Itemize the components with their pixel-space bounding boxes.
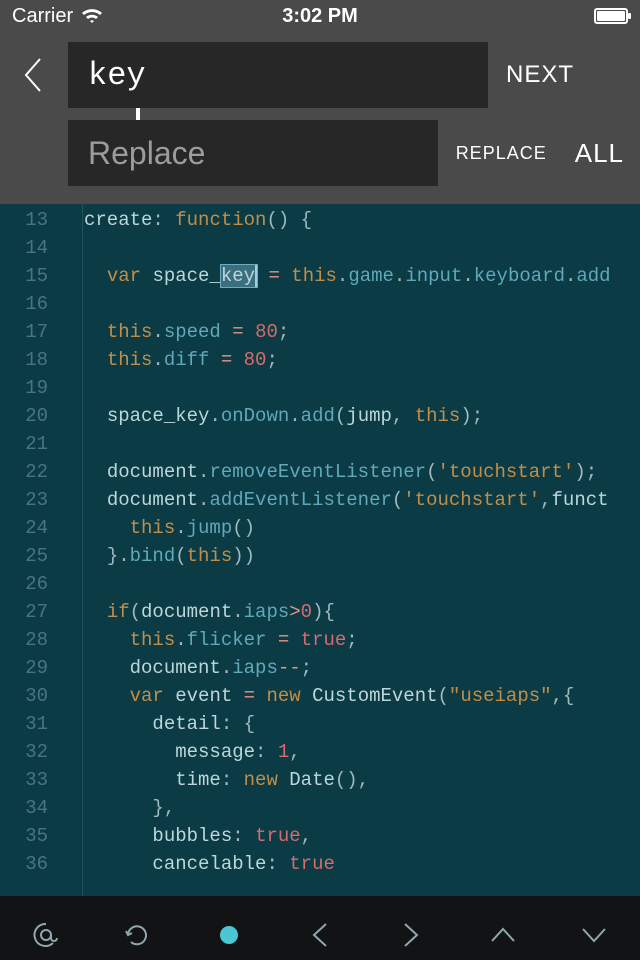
code-line[interactable]: message: 1,	[84, 738, 611, 766]
code-line[interactable]	[84, 290, 611, 318]
line-number: 16	[0, 290, 48, 318]
code-line[interactable]: document.removeEventListener('touchstart…	[84, 458, 611, 486]
down-icon[interactable]	[564, 905, 624, 960]
wifi-icon	[81, 7, 103, 25]
code-line[interactable]: this.speed = 80;	[84, 318, 611, 346]
code-line[interactable]: this.diff = 80;	[84, 346, 611, 374]
code-line[interactable]	[84, 234, 611, 262]
code-line[interactable]: this.flicker = true;	[84, 626, 611, 654]
code-line[interactable]: cancelable: true	[84, 850, 611, 878]
battery-icon	[594, 8, 628, 24]
line-gutter: 1314151617181920212223242526272829303132…	[0, 204, 60, 896]
back-button[interactable]	[16, 51, 50, 99]
line-number: 23	[0, 486, 48, 514]
line-number: 26	[0, 570, 48, 598]
code-line[interactable]: },	[84, 794, 611, 822]
line-number: 33	[0, 766, 48, 794]
code-line[interactable]	[84, 374, 611, 402]
line-number: 20	[0, 402, 48, 430]
code-line[interactable]: var event = new CustomEvent("useiaps",{	[84, 682, 611, 710]
at-icon[interactable]	[16, 905, 76, 960]
line-number: 13	[0, 206, 48, 234]
code-line[interactable]: space_key.onDown.add(jump, this);	[84, 402, 611, 430]
undo-icon[interactable]	[107, 905, 167, 960]
code-line[interactable]: document.iaps--;	[84, 654, 611, 682]
line-number: 19	[0, 374, 48, 402]
code-line[interactable]: bubbles: true,	[84, 822, 611, 850]
code-line[interactable]	[84, 570, 611, 598]
line-number: 14	[0, 234, 48, 262]
code-line[interactable]: if(document.iaps>0){	[84, 598, 611, 626]
line-number: 30	[0, 682, 48, 710]
replace-all-button[interactable]: ALL	[575, 138, 624, 169]
up-icon[interactable]	[473, 905, 533, 960]
line-number: 29	[0, 654, 48, 682]
line-number: 22	[0, 458, 48, 486]
line-number: 15	[0, 262, 48, 290]
code-line[interactable]: this.jump()	[84, 514, 611, 542]
code-area[interactable]: create: function() { var space_key = thi…	[60, 204, 611, 896]
code-line[interactable]: document.addEventListener('touchstart',f…	[84, 486, 611, 514]
search-input-container[interactable]	[68, 42, 488, 108]
line-number: 28	[0, 626, 48, 654]
code-line[interactable]: var space_key = this.game.input.keyboard…	[84, 262, 611, 290]
carrier-label: Carrier	[12, 5, 73, 28]
code-line[interactable]: detail: {	[84, 710, 611, 738]
line-number: 27	[0, 598, 48, 626]
line-number: 24	[0, 514, 48, 542]
clock: 3:02 PM	[282, 5, 358, 28]
status-bar: Carrier 3:02 PM	[0, 0, 640, 32]
line-number: 25	[0, 542, 48, 570]
line-number: 17	[0, 318, 48, 346]
line-number: 32	[0, 738, 48, 766]
replace-input[interactable]	[88, 135, 418, 172]
replace-button[interactable]: REPLACE	[456, 143, 547, 164]
record-icon[interactable]	[199, 905, 259, 960]
bottom-toolbar	[0, 896, 640, 960]
find-replace-header: NEXT REPLACE ALL	[0, 32, 640, 204]
find-next-button[interactable]: NEXT	[506, 61, 574, 89]
line-number: 36	[0, 850, 48, 878]
replace-input-container[interactable]	[68, 120, 438, 186]
line-number: 31	[0, 710, 48, 738]
code-line[interactable]: }.bind(this))	[84, 542, 611, 570]
line-number: 18	[0, 346, 48, 374]
line-number: 21	[0, 430, 48, 458]
code-line[interactable]: create: function() {	[84, 206, 611, 234]
right-icon[interactable]	[381, 905, 441, 960]
line-number: 34	[0, 794, 48, 822]
search-input[interactable]	[88, 57, 468, 94]
code-editor[interactable]: 1314151617181920212223242526272829303132…	[0, 204, 640, 896]
code-line[interactable]	[84, 430, 611, 458]
left-icon[interactable]	[290, 905, 350, 960]
code-line[interactable]: time: new Date(),	[84, 766, 611, 794]
line-number: 35	[0, 822, 48, 850]
